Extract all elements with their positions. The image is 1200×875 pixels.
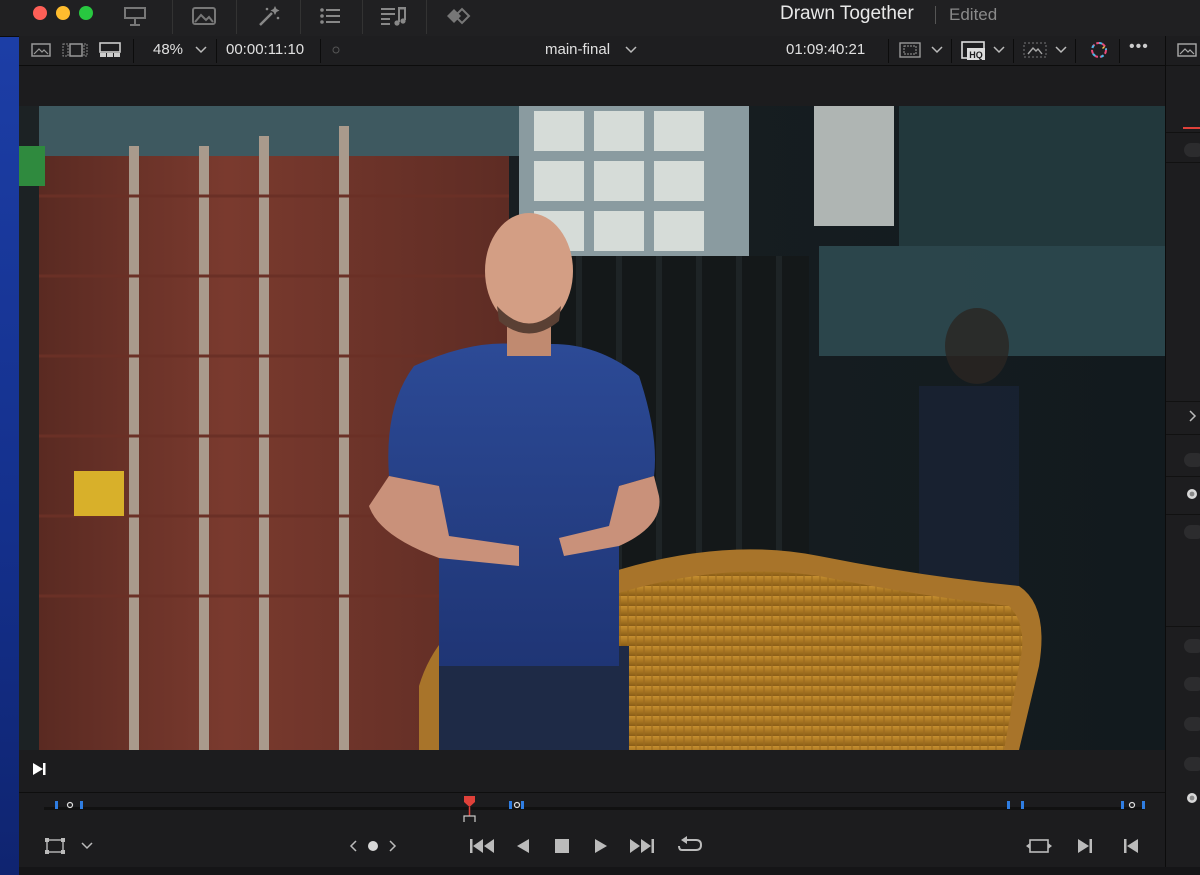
panel-toggle[interactable] xyxy=(1184,143,1200,157)
mark-out-icon[interactable] xyxy=(1119,835,1143,857)
clip-marker[interactable] xyxy=(1007,797,1027,809)
scrub-track[interactable] xyxy=(44,807,1144,810)
panel-active-indicator xyxy=(1183,127,1200,129)
hq-chevron-icon[interactable] xyxy=(991,42,1007,58)
safe-area-icon[interactable] xyxy=(897,40,923,60)
play-from-here-icon[interactable] xyxy=(29,759,49,779)
zoom-window-button[interactable] xyxy=(79,6,93,20)
zoom-chevron-down-icon[interactable] xyxy=(193,42,209,58)
source-timecode[interactable]: 00:00:11:10 xyxy=(226,41,304,58)
panel-toggle[interactable] xyxy=(1184,453,1200,467)
stop-icon[interactable] xyxy=(550,835,574,857)
bottom-edge xyxy=(19,867,1200,875)
video-frame-image xyxy=(19,106,1165,750)
viewer-footer xyxy=(19,750,1165,792)
jog-wheel-icon[interactable] xyxy=(365,838,381,854)
title-divider xyxy=(935,6,936,24)
edit-index-list-icon[interactable] xyxy=(313,2,347,30)
close-window-button[interactable] xyxy=(33,6,47,20)
cinema-mode-icon[interactable] xyxy=(97,40,123,60)
match-frame-icon[interactable] xyxy=(1024,835,1054,857)
jump-to-end-icon[interactable] xyxy=(627,835,657,857)
crop-chevron-icon[interactable] xyxy=(79,838,95,854)
safe-area-chevron-icon[interactable] xyxy=(929,42,945,58)
sync-dot-icon xyxy=(331,45,341,55)
clip-marker[interactable] xyxy=(55,797,85,809)
jog-right-icon[interactable] xyxy=(385,838,401,854)
radio-dot-icon[interactable] xyxy=(1185,487,1199,501)
mark-in-icon[interactable] xyxy=(1073,835,1097,857)
sound-library-icon[interactable] xyxy=(377,2,411,30)
loop-icon[interactable] xyxy=(675,834,705,858)
radio-dot-icon[interactable] xyxy=(1185,791,1199,805)
panel-toggle[interactable] xyxy=(1184,717,1200,731)
effects-wand-icon[interactable] xyxy=(252,2,286,30)
more-options-icon[interactable]: ••• xyxy=(1129,38,1149,56)
panel-toggle-icon[interactable] xyxy=(1176,40,1198,60)
viewer-padding xyxy=(19,66,1165,106)
panel-toggle[interactable] xyxy=(1184,757,1200,771)
title-bar: Drawn Together Edited xyxy=(0,0,1200,37)
media-pool-icon[interactable] xyxy=(118,2,152,30)
color-effects-icon[interactable] xyxy=(1087,39,1111,61)
play-icon[interactable] xyxy=(589,835,613,857)
hq-playback-icon[interactable]: HQ xyxy=(959,40,989,62)
timeline-name[interactable]: main-final xyxy=(545,41,610,58)
inspector-icon[interactable] xyxy=(441,2,475,30)
timeline-scrubber[interactable] xyxy=(19,792,1165,826)
viewer-toolbar: 48% 00:00:11:10 main-final 01:09:40:21 H… xyxy=(19,36,1165,66)
clip-marker[interactable] xyxy=(509,797,525,809)
hq-badge: HQ xyxy=(969,50,983,60)
transform-chevron-icon[interactable] xyxy=(1053,42,1069,58)
crop-icon[interactable] xyxy=(43,836,67,856)
project-title: Drawn Together xyxy=(780,3,914,24)
jog-left-icon[interactable] xyxy=(345,838,361,854)
zoom-level[interactable]: 48% xyxy=(153,41,183,58)
video-viewer[interactable] xyxy=(19,106,1165,750)
panel-toggle[interactable] xyxy=(1184,525,1200,539)
record-timecode[interactable]: 01:09:40:21 xyxy=(786,41,865,58)
transport-controls xyxy=(19,822,1165,867)
desktop-edge xyxy=(0,0,19,875)
transform-icon[interactable] xyxy=(1021,40,1049,60)
dual-viewer-icon[interactable] xyxy=(61,40,89,60)
panel-toggle[interactable] xyxy=(1184,677,1200,691)
clip-marker[interactable] xyxy=(1121,797,1147,809)
panel-toggle[interactable] xyxy=(1184,639,1200,653)
chevron-right-icon[interactable] xyxy=(1186,408,1200,424)
jump-to-start-icon[interactable] xyxy=(467,835,497,857)
single-viewer-icon[interactable] xyxy=(29,40,53,60)
timeline-chevron-down-icon[interactable] xyxy=(623,42,639,58)
right-side-panel xyxy=(1165,36,1200,875)
project-status: Edited xyxy=(949,5,998,24)
minimize-window-button[interactable] xyxy=(56,6,70,20)
image-icon[interactable] xyxy=(187,2,221,30)
play-reverse-icon[interactable] xyxy=(511,835,535,857)
